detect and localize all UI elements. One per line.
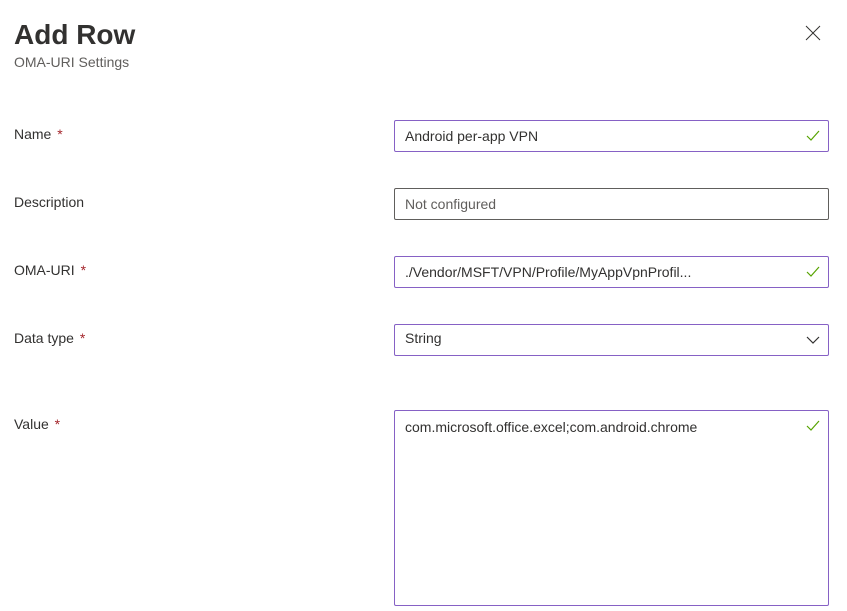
- required-marker: *: [57, 126, 62, 142]
- name-input[interactable]: [394, 120, 829, 152]
- required-marker: *: [81, 262, 86, 278]
- name-label: Name *: [14, 120, 394, 142]
- name-label-text: Name: [14, 126, 51, 142]
- value-label-text: Value: [14, 416, 49, 432]
- required-marker: *: [55, 416, 60, 432]
- data-type-label: Data type *: [14, 324, 394, 346]
- value-label: Value *: [14, 410, 394, 432]
- data-type-label-text: Data type: [14, 330, 74, 346]
- close-icon: [805, 25, 821, 44]
- oma-uri-input[interactable]: [394, 256, 829, 288]
- dialog-title: Add Row: [14, 18, 829, 52]
- oma-uri-label: OMA-URI *: [14, 256, 394, 278]
- dialog-subtitle: OMA-URI Settings: [14, 54, 829, 70]
- description-label: Description: [14, 188, 394, 210]
- oma-uri-label-text: OMA-URI: [14, 262, 75, 278]
- close-button[interactable]: [801, 22, 825, 46]
- data-type-select[interactable]: String: [394, 324, 829, 356]
- required-marker: *: [80, 330, 85, 346]
- description-label-text: Description: [14, 194, 84, 210]
- description-input[interactable]: [394, 188, 829, 220]
- value-textarea[interactable]: [394, 410, 829, 606]
